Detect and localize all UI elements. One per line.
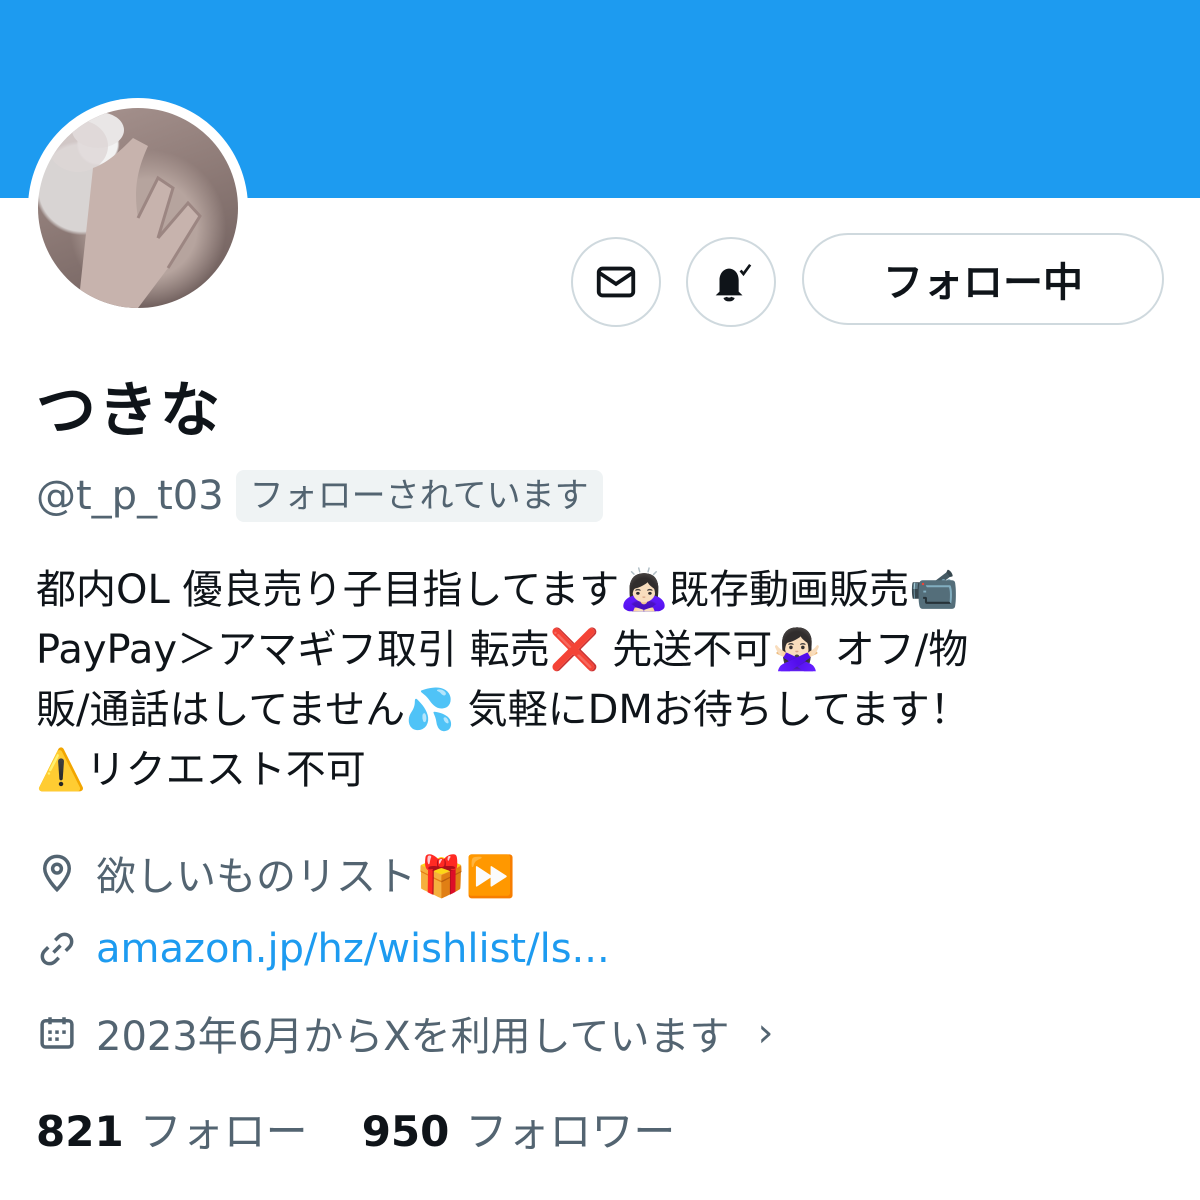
handle-row: @t_p_t03 フォローされています: [36, 470, 603, 522]
link-icon: [40, 932, 74, 966]
following-stat[interactable]: 821 フォロー: [36, 1098, 308, 1159]
notifications-button[interactable]: [686, 237, 776, 327]
followers-stat[interactable]: 950 フォロワー: [362, 1098, 676, 1159]
avatar-photo-icon: [48, 112, 202, 308]
location-row: 欲しいものリスト🎁⏩: [36, 844, 516, 902]
followers-label: フォロワー: [465, 1107, 676, 1156]
envelope-icon: [596, 266, 636, 298]
website-link[interactable]: amazon.jp/hz/wishlist/ls...: [96, 926, 610, 972]
avatar-image: [38, 108, 238, 308]
profile-page: フォロー中 つきな @t_p_t03 フォローされています 都内OL 優良売り子…: [0, 0, 1200, 1200]
following-count: 821: [36, 1107, 124, 1156]
following-button[interactable]: フォロー中: [802, 233, 1164, 325]
follows-you-badge: フォローされています: [235, 470, 603, 522]
location-text: 欲しいものリスト🎁⏩: [96, 854, 516, 900]
display-name: つきな: [36, 376, 222, 446]
joined-row[interactable]: 2023年6月からXを利用しています ›: [36, 1004, 773, 1062]
profile-bio: 都内OL 優良売り子目指してます🙇🏻‍♀️既存動画販売📹 PayPay＞アマギフ…: [36, 560, 1166, 800]
follow-stats: 821 フォロー 950 フォロワー: [36, 1098, 675, 1159]
bio-line: PayPay＞アマギフ取引 転売❌ 先送不可🙅🏻‍♀️ オフ/物: [36, 627, 969, 673]
followers-count: 950: [361, 1107, 450, 1156]
map-pin-icon: [42, 854, 72, 893]
calendar-icon: [40, 1017, 74, 1049]
message-button[interactable]: [571, 237, 661, 327]
bio-line: 都内OL 優良売り子目指してます🙇🏻‍♀️既存動画販売📹: [36, 567, 959, 613]
following-label: フォロー: [139, 1107, 308, 1156]
bio-line: 販/通話はしてません💦 気軽にDMお待ちしてます！: [36, 687, 970, 733]
joined-text: 2023年6月からXを利用しています: [96, 1014, 730, 1060]
bio-line: ⚠️リクエスト不可: [36, 747, 366, 793]
user-handle: @t_p_t03: [36, 473, 224, 519]
avatar[interactable]: [28, 98, 248, 318]
website-row: amazon.jp/hz/wishlist/ls...: [36, 926, 610, 972]
chevron-right-icon: ›: [757, 1010, 774, 1056]
bell-check-icon: [715, 263, 752, 302]
